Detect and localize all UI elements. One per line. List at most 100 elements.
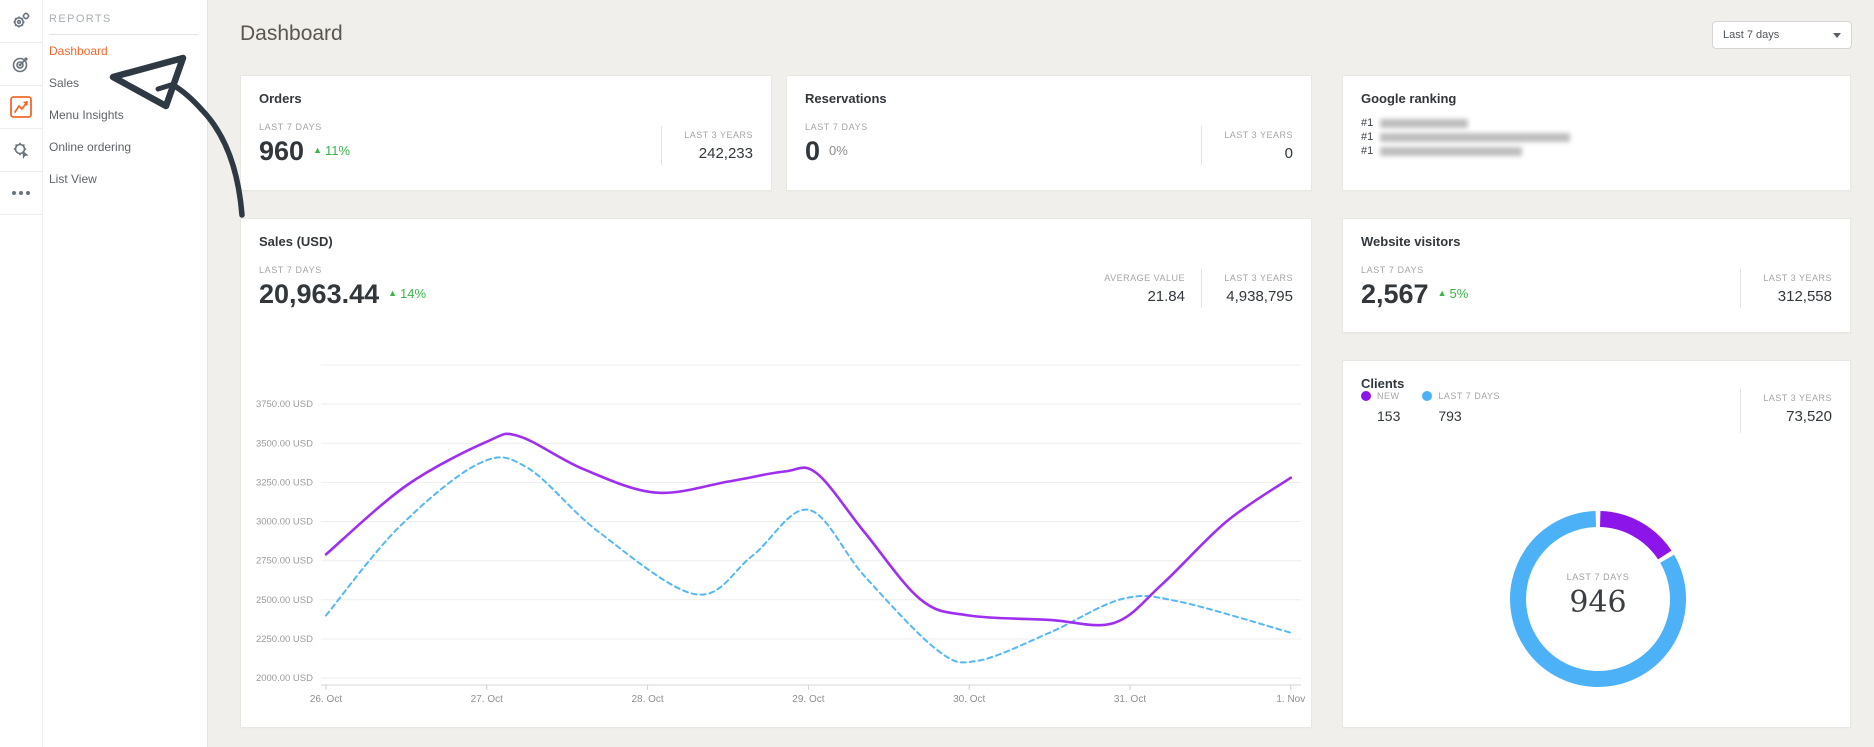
legend-new-value: 153 <box>1377 408 1400 424</box>
svg-text:28. Oct: 28. Oct <box>631 694 663 705</box>
ranking-row: #1 <box>1361 116 1832 130</box>
legend-last7days-value: 793 <box>1438 408 1500 424</box>
svg-text:3500.00 USD: 3500.00 USD <box>256 438 313 449</box>
reservations-value: 0 <box>805 137 820 165</box>
clients-donut-chart: LAST 7 DAYS 946 <box>1509 510 1687 688</box>
ranking-row: #1 <box>1361 130 1832 144</box>
reservations-main-stat: LAST 7 DAYS 0 0% <box>805 122 868 165</box>
sidebar-item-list-view[interactable]: List View <box>49 163 208 195</box>
orders-card: Orders LAST 7 DAYS 960 ▲11% LAST 3 YEARS… <box>240 75 772 191</box>
visitors-main-stat: LAST 7 DAYS 2,567 ▲5% <box>1361 265 1468 308</box>
visitors-period-label: LAST 7 DAYS <box>1361 265 1468 275</box>
sidebar-item-dashboard[interactable]: Dashboard <box>49 35 208 67</box>
google-ranking-list: #1 #1 #1 <box>1343 106 1850 158</box>
sales-3years-stat: LAST 3 YEARS 4,938,795 <box>1201 269 1293 308</box>
orders-3years-label: LAST 3 YEARS <box>678 130 753 140</box>
legend-item-new: NEW 153 <box>1361 391 1400 424</box>
up-arrow-icon: ▲ <box>388 289 397 298</box>
app-root: REPORTS Dashboard Sales Menu Insights On… <box>0 0 1874 747</box>
svg-text:30. Oct: 30. Oct <box>953 694 985 705</box>
automation-gear-icon <box>10 139 32 161</box>
rail-item-settings[interactable] <box>0 0 42 43</box>
sidebar-item-sales[interactable]: Sales <box>49 67 208 99</box>
reservations-card-title: Reservations <box>787 76 1311 106</box>
clients-3years-label: LAST 3 YEARS <box>1757 393 1832 403</box>
svg-text:2500.00 USD: 2500.00 USD <box>256 595 313 606</box>
date-range-select[interactable]: Last 7 days <box>1712 21 1852 49</box>
visitors-value: 2,567 <box>1361 280 1429 308</box>
visitors-3years-stat: LAST 3 YEARS 312,558 <box>1740 269 1832 308</box>
blue-dot-icon <box>1422 391 1432 401</box>
svg-text:26. Oct: 26. Oct <box>310 694 342 705</box>
clients-3years-value: 73,520 <box>1757 408 1832 425</box>
svg-text:2750.00 USD: 2750.00 USD <box>256 556 313 567</box>
clients-card: Clients NEW 153 LAST 7 DAYS 793 LAST 3 Y… <box>1342 360 1851 728</box>
reservations-3years-stat: LAST 3 YEARS 0 <box>1201 126 1293 165</box>
donut-center-label: LAST 7 DAYS <box>1509 572 1687 582</box>
reservations-period-label: LAST 7 DAYS <box>805 122 868 132</box>
rail-item-goals[interactable] <box>0 43 42 86</box>
google-ranking-card: Google ranking #1 #1 #1 <box>1342 75 1851 191</box>
orders-3years-value: 242,233 <box>678 145 753 162</box>
menu-section-label: REPORTS <box>49 13 198 25</box>
sales-average-stat: AVERAGE VALUE 21.84 <box>1088 269 1185 308</box>
sidebar-item-menu-insights[interactable]: Menu Insights <box>49 99 208 131</box>
rank-position: #1 <box>1361 131 1373 143</box>
orders-main-stat: LAST 7 DAYS 960 ▲11% <box>259 122 350 165</box>
settings-gears-icon <box>10 10 32 32</box>
sales-period-label: LAST 7 DAYS <box>259 265 426 275</box>
svg-text:31. Oct: 31. Oct <box>1114 694 1146 705</box>
visitors-card-title: Website visitors <box>1343 219 1850 249</box>
rank-position: #1 <box>1361 145 1373 157</box>
sales-average-label: AVERAGE VALUE <box>1104 273 1185 283</box>
sales-delta: 14% <box>400 286 426 301</box>
orders-value: 960 <box>259 137 304 165</box>
blurred-keyword <box>1380 119 1468 128</box>
rail-item-more[interactable] <box>0 172 42 215</box>
up-arrow-icon: ▲ <box>1438 289 1447 298</box>
svg-text:3000.00 USD: 3000.00 USD <box>256 517 313 528</box>
up-arrow-icon: ▲ <box>313 146 322 155</box>
reservations-3years-value: 0 <box>1218 145 1293 162</box>
reservations-3years-label: LAST 3 YEARS <box>1218 130 1293 140</box>
sales-main-stat: LAST 7 DAYS 20,963.44 ▲14% <box>259 265 426 308</box>
website-visitors-card: Website visitors LAST 7 DAYS 2,567 ▲5% L… <box>1342 218 1851 333</box>
reservations-delta: 0% <box>829 143 848 160</box>
rank-position: #1 <box>1361 117 1373 129</box>
svg-text:2250.00 USD: 2250.00 USD <box>256 634 313 645</box>
sidebar: REPORTS Dashboard Sales Menu Insights On… <box>0 0 208 747</box>
legend-item-last7days: LAST 7 DAYS 793 <box>1422 391 1500 424</box>
svg-text:1. Nov: 1. Nov <box>1276 694 1305 705</box>
blurred-keyword <box>1380 133 1570 142</box>
orders-card-title: Orders <box>241 76 771 106</box>
page-title: Dashboard <box>240 22 343 46</box>
more-options-icon <box>11 190 31 196</box>
google-ranking-title: Google ranking <box>1343 76 1850 106</box>
orders-period-label: LAST 7 DAYS <box>259 122 350 132</box>
visitors-delta: 5% <box>1450 286 1469 301</box>
svg-text:3750.00 USD: 3750.00 USD <box>256 399 313 410</box>
sales-card-title: Sales (USD) <box>241 219 1311 249</box>
visitors-3years-label: LAST 3 YEARS <box>1757 273 1832 283</box>
rail-item-automation[interactable] <box>0 129 42 172</box>
sales-average-value: 21.84 <box>1104 288 1185 305</box>
icon-rail <box>0 0 43 747</box>
svg-text:29. Oct: 29. Oct <box>792 694 824 705</box>
sales-3years-label: LAST 3 YEARS <box>1218 273 1293 283</box>
rail-item-insights[interactable] <box>0 86 42 129</box>
orders-delta: 11% <box>325 143 350 158</box>
svg-text:3250.00 USD: 3250.00 USD <box>256 477 313 488</box>
visitors-3years-value: 312,558 <box>1757 288 1832 305</box>
purple-dot-icon <box>1361 391 1371 401</box>
ranking-row: #1 <box>1361 144 1832 158</box>
orders-delta-badge: ▲11% <box>313 143 350 160</box>
clients-3years-stat: LAST 3 YEARS 73,520 <box>1740 389 1832 433</box>
sidebar-item-online-ordering[interactable]: Online ordering <box>49 131 208 163</box>
sales-card: Sales (USD) LAST 7 DAYS 20,963.44 ▲14% A… <box>240 218 1312 728</box>
chevron-down-icon <box>1833 33 1841 38</box>
legend-last7days-label: LAST 7 DAYS <box>1438 391 1500 401</box>
insights-chart-icon <box>9 95 33 119</box>
donut-center: LAST 7 DAYS 946 <box>1509 572 1687 620</box>
sales-line-chart: 2000.00 USD2250.00 USD2500.00 USD2750.00… <box>241 329 1313 729</box>
date-range-value: Last 7 days <box>1723 29 1779 41</box>
